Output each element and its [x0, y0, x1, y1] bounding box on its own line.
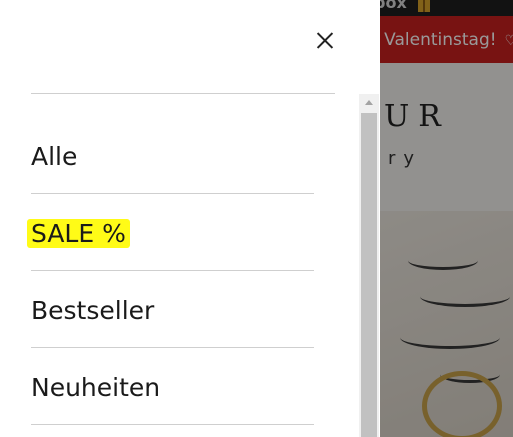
menu-item-neuheiten[interactable]: Neuheiten	[31, 347, 314, 425]
menu-item-label: Neuheiten	[31, 373, 161, 402]
menu-item-bestseller[interactable]: Bestseller	[31, 270, 314, 348]
menu-item-label: Bestseller	[31, 296, 155, 325]
drawer-top-divider	[31, 93, 335, 94]
page-dim-overlay[interactable]	[380, 0, 513, 437]
navigation-drawer: Alle SALE % Bestseller Neuheiten	[0, 0, 380, 437]
menu-item-alle[interactable]: Alle	[31, 116, 314, 194]
drawer-scrollbar[interactable]	[359, 94, 379, 437]
background-page: box n Valentinstag!♡ UR ry	[380, 0, 513, 437]
menu-item-sale[interactable]: SALE %	[27, 193, 314, 271]
menu-item-label: Alle	[31, 142, 78, 171]
close-icon[interactable]	[312, 28, 338, 54]
menu-item-label: SALE %	[27, 219, 130, 248]
scroll-up-arrow-icon[interactable]	[359, 94, 379, 111]
scroll-thumb[interactable]	[361, 113, 377, 437]
